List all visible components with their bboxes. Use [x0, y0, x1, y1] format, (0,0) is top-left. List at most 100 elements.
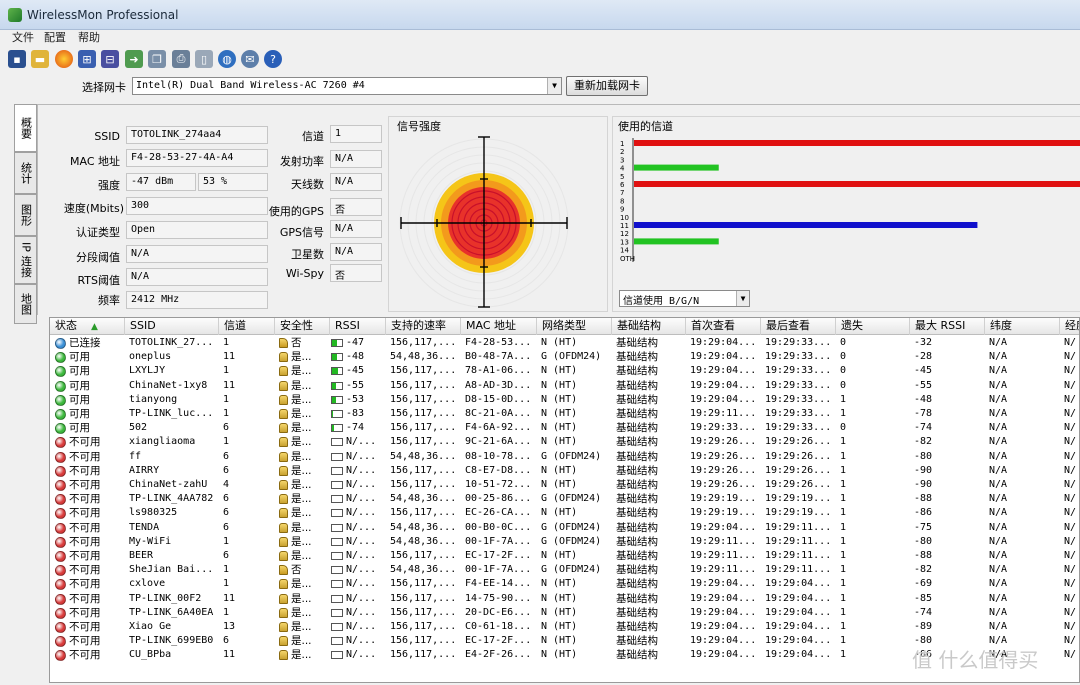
tab-summary[interactable]: 概要 — [14, 104, 37, 152]
table-row[interactable]: 不可用 cxlove 1 是... N/... 156,117,... F4-EE-14..… — [50, 577, 1079, 591]
table-cell-mac: C0-61-18... — [465, 621, 532, 632]
comment-icon[interactable]: ✉ — [241, 50, 259, 68]
table-cell-type: N (HT) — [541, 578, 578, 590]
table-cell-ssid: SheJian Bai... — [129, 564, 214, 576]
save-icon[interactable]: ▪ — [8, 50, 26, 68]
status-icon — [55, 622, 66, 633]
menu-file[interactable]: 文件 — [10, 30, 36, 46]
table-cell-status: 可用 — [69, 365, 90, 378]
column-header[interactable]: 最后查看 — [761, 318, 836, 335]
column-header[interactable]: 遗失 — [836, 318, 910, 335]
rssi-meter — [331, 537, 343, 546]
column-header[interactable]: RSSI — [330, 318, 386, 335]
column-header[interactable]: 支持的速率 — [386, 318, 461, 335]
table-row[interactable]: 可用 tianyong 1 是... -53 156,117,... D8-15-0D...… — [50, 393, 1079, 407]
table-cell-ch: 1 — [223, 337, 230, 348]
table-row[interactable]: 不可用 BEER 6 是... N/... 156,117,... EC-17-2F... N… — [50, 549, 1079, 563]
adapter-select[interactable]: Intel(R) Dual Band Wireless-AC 7260 #4 ▼ — [132, 77, 562, 95]
table-row[interactable]: 不可用 My-WiFi 1 是... N/... 54,48,36... 00-1F-7A.… — [50, 535, 1079, 549]
network-icon[interactable]: ⊞ — [78, 50, 96, 68]
table-row[interactable]: 不可用 TP-LINK_00F2 11 是... N/... 156,117,... 14-… — [50, 592, 1079, 606]
table-cell-ch: 1 — [223, 535, 230, 547]
column-header[interactable]: MAC 地址 — [461, 318, 537, 335]
chevron-down-icon[interactable]: ▼ — [736, 291, 749, 306]
table-row[interactable]: 可用 TP-LINK_luc... 1 是... -83 156,117,... 8C-21… — [50, 407, 1079, 421]
table-row[interactable]: 不可用 xiangliaoma 1 是... N/... 156,117,... 9C-21… — [50, 435, 1079, 449]
table-cell-lost: 1 — [840, 479, 847, 490]
table-row[interactable]: 不可用 Xiao Ge 13 是... N/... 156,117,... C0-61-18… — [50, 620, 1079, 634]
table-row[interactable]: 不可用 SheJian Bai... 1 否 N/... 54,48,36... 00-1F… — [50, 563, 1079, 577]
table-row[interactable]: 不可用 AIRRY 6 是... N/... 156,117,... C8-E7-D8...… — [50, 464, 1079, 478]
column-header[interactable]: 网络类型 — [537, 318, 612, 335]
table-row[interactable]: 不可用 ff 6 是... N/... 54,48,36... 08-10-78... G (… — [50, 450, 1079, 464]
clipboard-icon[interactable]: ▯ — [195, 50, 213, 68]
table-cell-lon: N/ — [1064, 578, 1077, 590]
column-header[interactable]: 纬度 — [985, 318, 1060, 335]
menu-config[interactable]: 配置 — [42, 30, 68, 46]
rssi-meter — [331, 410, 343, 418]
table-cell-rates: 156,117,... — [390, 550, 457, 561]
table-cell-ssid: cxlove — [129, 578, 166, 590]
tab-ip-connections[interactable]: IP 连接 — [14, 236, 37, 284]
column-header[interactable]: 经度 — [1060, 318, 1079, 335]
tab-map[interactable]: 地图 — [14, 284, 37, 324]
help-icon[interactable]: ? — [264, 50, 282, 68]
open-folder-icon[interactable]: ▬ — [31, 50, 49, 68]
table-row[interactable]: 不可用 TP-LINK_4AA782 6 是... N/... 54,48,36... 00… — [50, 492, 1079, 506]
table-row[interactable]: 已连接 TOTOLINK_27... 1 否 -47 156,117,... F4-28-5… — [50, 336, 1079, 350]
column-header[interactable]: 最大 RSSI — [910, 318, 985, 335]
table-cell-lost: 1 — [840, 592, 847, 604]
copy-icon[interactable]: ❐ — [148, 50, 166, 68]
table-row[interactable]: 不可用 TENDA 6 是... N/... 54,48,36... 00-B0-0C...… — [50, 521, 1079, 535]
title-bar: WirelessMon Professional — [0, 0, 1080, 30]
lock-icon — [279, 480, 288, 490]
table-row[interactable]: 不可用 ChinaNet-zahU 4 是... N/... 156,117,... 10-… — [50, 478, 1079, 492]
table-cell-first: 19:29:04... — [690, 379, 757, 391]
print-icon[interactable]: ⎙ — [172, 50, 190, 68]
record-icon[interactable] — [55, 50, 73, 68]
column-header[interactable]: SSID — [125, 318, 219, 335]
table-cell-ch: 6 — [223, 493, 230, 505]
table-cell-status: 不可用 — [69, 564, 101, 577]
column-header[interactable]: 安全性 — [275, 318, 330, 335]
table-cell-ch: 6 — [223, 464, 230, 476]
table-cell-last: 19:29:04... — [765, 592, 832, 604]
status-icon — [55, 593, 66, 605]
table-cell-lat: N/A — [989, 464, 1008, 476]
menu-help[interactable]: 帮助 — [76, 30, 102, 46]
table-cell-lat: N/A — [989, 550, 1008, 561]
column-header[interactable]: 信道 — [219, 318, 275, 335]
table-row[interactable]: 不可用 ls980325 6 是... N/... 156,117,... EC-26-CA… — [50, 506, 1079, 520]
table-cell-infra: 基础结构 — [616, 436, 658, 449]
table-cell-lost: 1 — [840, 408, 847, 419]
table-row[interactable]: 可用 ChinaNet-1xy8 11 是... -55 156,117,... A8-AD… — [50, 379, 1079, 393]
table-row[interactable]: 不可用 TP-LINK_6A40EA 1 是... N/... 156,117,... 20… — [50, 606, 1079, 620]
channel-mode-select[interactable]: 信道使用 B/G/N ▼ — [619, 290, 750, 307]
table-cell-lon: N/ — [1064, 379, 1077, 391]
globe-icon[interactable]: ◍ — [218, 50, 236, 68]
network-alt-icon[interactable]: ⊟ — [101, 50, 119, 68]
table-cell-type: N (HT) — [541, 464, 578, 476]
table-row[interactable]: 可用 LXYLJY 1 是... -45 156,117,... 78-A1-06... N … — [50, 364, 1079, 378]
reload-adapter-button[interactable]: 重新加载网卡 — [566, 76, 648, 96]
table-cell-type: N (HT) — [541, 621, 578, 632]
column-header[interactable]: 基础结构 — [612, 318, 686, 335]
channel-usage-chart: 1234567891011121314OTH — [620, 138, 1080, 263]
table-cell-first: 19:29:04... — [690, 365, 757, 377]
rssi-meter — [331, 339, 343, 347]
table-cell-sec: 是... — [291, 606, 312, 619]
lock-icon — [279, 607, 288, 618]
table-row[interactable]: 可用 502 6 是... -74 156,117,... F4-6A-92... N (HT… — [50, 421, 1079, 435]
export-icon[interactable]: ➜ — [125, 50, 143, 68]
column-header[interactable]: 首次查看 — [686, 318, 761, 335]
table-cell-sec: 是... — [291, 507, 312, 520]
column-header[interactable]: 状态 ▲ — [50, 318, 125, 335]
table-row[interactable]: 可用 oneplus 11 是... -48 54,48,36... B0-48-7A...… — [50, 350, 1079, 364]
tab-graph[interactable]: 图形 — [14, 194, 37, 236]
tab-statistics[interactable]: 统计 — [14, 152, 37, 194]
table-cell-last: 19:29:04... — [765, 606, 832, 618]
chevron-down-icon[interactable]: ▼ — [547, 78, 561, 94]
use-gps-value: 否 — [330, 198, 382, 216]
table-cell-lon: N/ — [1064, 550, 1077, 561]
lock-icon — [279, 522, 288, 533]
